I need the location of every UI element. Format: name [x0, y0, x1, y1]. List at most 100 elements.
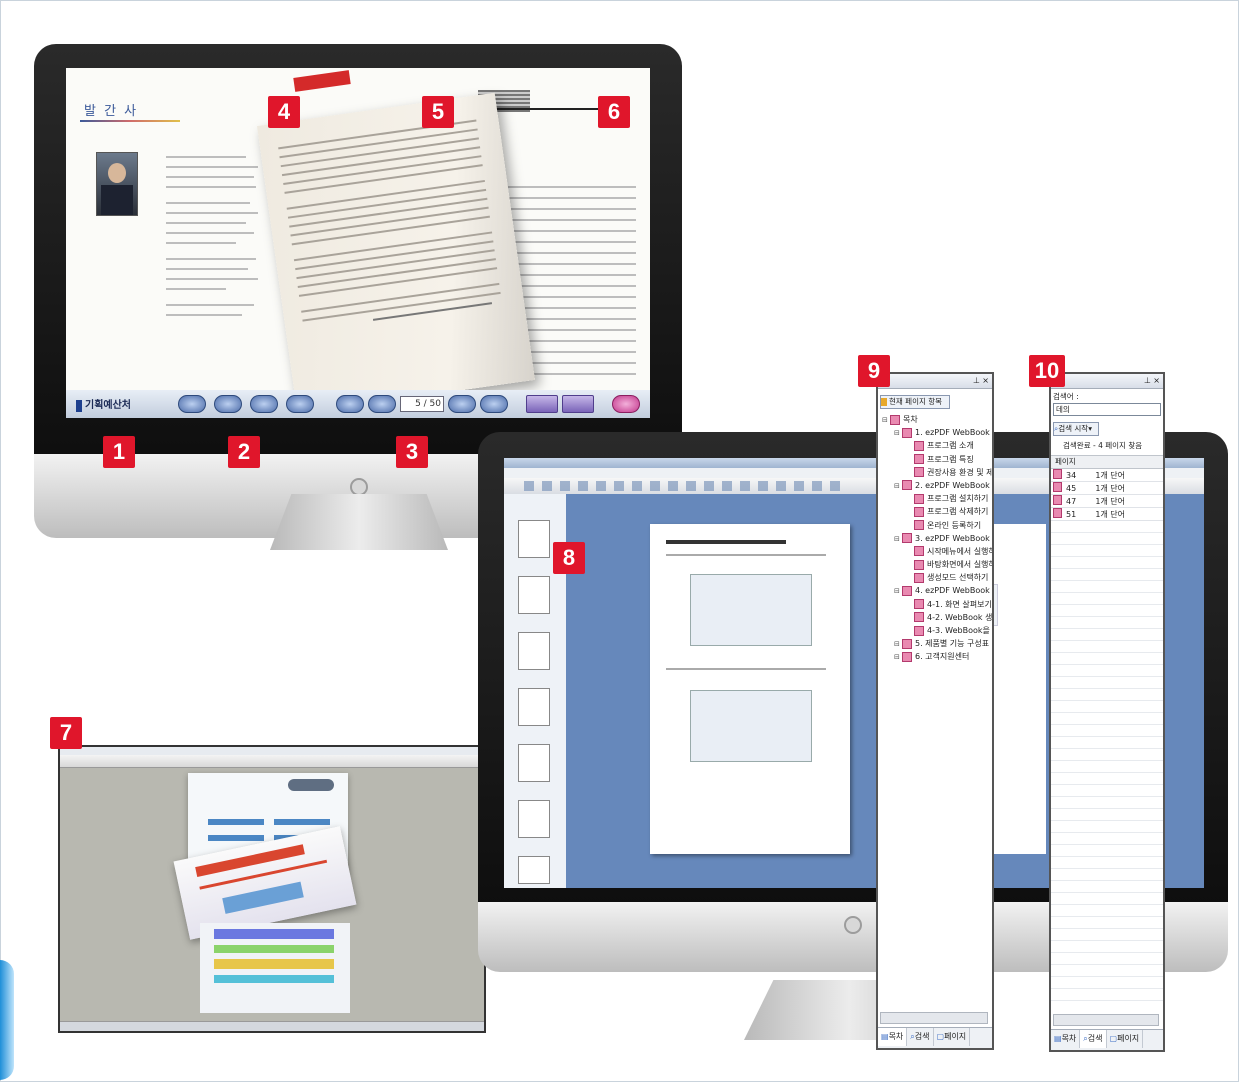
monitor-1-power-icon — [350, 478, 368, 496]
toc-item-label: 목차 — [903, 415, 918, 424]
toc-item-label: 프로그램 특징 — [927, 454, 974, 464]
results-column-header: 페이지 — [1051, 455, 1163, 469]
nav-button-2[interactable] — [214, 395, 242, 413]
page-thumbnail[interactable] — [518, 744, 550, 782]
pin-icon[interactable]: ⊥ — [1144, 376, 1151, 385]
callout-badge-2: 2 — [228, 436, 260, 468]
search-result-row[interactable]: 34 1개 단어 — [1051, 469, 1163, 482]
expand-icon[interactable]: ⊟ — [882, 414, 890, 427]
bookmark-icon — [914, 454, 924, 465]
toc-tree-item[interactable]: 프로그램 특징 — [878, 453, 992, 466]
expand-icon[interactable]: ⊟ — [894, 638, 902, 651]
toc-tree-item[interactable]: ⊟ 3. ezPDF WebBook Mak — [878, 532, 992, 545]
close-button[interactable] — [612, 395, 640, 413]
agency-logo: 기획예산처 — [76, 396, 131, 412]
toc-tree-item[interactable]: ⊟ 5. 제품별 기능 구성표 — [878, 637, 992, 650]
left-page-text — [166, 156, 266, 324]
prev-page-button[interactable] — [368, 395, 396, 413]
tab-search[interactable]: ⌕검색 — [907, 1028, 934, 1046]
bookmark-icon — [914, 546, 924, 557]
result-count: 1개 단어 — [1093, 469, 1163, 482]
callout-badge-7: 7 — [50, 717, 82, 749]
toc-tree-item[interactable]: ⊟ 1. ezPDF WebBook Mak — [878, 426, 992, 439]
toc-tree-item[interactable]: 4-3. WebBook을 웹서 — [878, 624, 992, 637]
toc-item-label: 프로그램 설치하기 — [927, 494, 989, 504]
toc-tree-item[interactable]: ⊟ 6. 고객지원센터 — [878, 650, 992, 663]
expand-icon[interactable]: ⊟ — [894, 585, 902, 598]
expand-icon[interactable]: ⊟ — [894, 651, 902, 664]
search-panel-header: ⊥ × — [1051, 374, 1163, 389]
page-thumbnail[interactable] — [518, 800, 550, 838]
bookmark-icon — [914, 572, 924, 583]
toc-tree-item[interactable]: ⊟ 4. ezPDF WebBook Mak — [878, 584, 992, 597]
toc-tree-item[interactable]: 바탕화면에서 실행하 — [878, 558, 992, 571]
toc-item-label: 6. 고객지원센터 — [915, 652, 970, 662]
tab-toc[interactable]: ▤목차 — [878, 1028, 908, 1046]
toc-tree-item[interactable]: ⊟ 목차 — [878, 413, 992, 426]
nav-button-3[interactable] — [250, 395, 278, 413]
toc-tree: ⊟목차⊟1. ezPDF WebBook Mak프로그램 소개프로그램 특징권장… — [878, 413, 992, 664]
page-thumbnail[interactable] — [518, 856, 550, 884]
page-thumbnail[interactable] — [518, 576, 550, 614]
toc-item-label: 4-1. 화면 살펴보기 — [927, 599, 992, 609]
current-page-items-button[interactable]: 현재 페이지 항목 — [880, 395, 950, 409]
heading-underline — [80, 120, 180, 122]
bookmark-icon — [902, 533, 912, 544]
search-horizontal-scrollbar[interactable] — [1053, 1014, 1159, 1026]
toc-tab-icon: ▤ — [1054, 1034, 1062, 1043]
next-page-button[interactable] — [448, 395, 476, 413]
document-page — [650, 524, 850, 854]
toc-tree-item[interactable]: 프로그램 삭제하기 — [878, 505, 992, 518]
toc-tree-item[interactable]: 권장사용 환경 및 제품 — [878, 466, 992, 479]
page-curl[interactable] — [256, 92, 536, 414]
tab-search[interactable]: ⌕검색 — [1080, 1030, 1107, 1048]
search-start-button[interactable]: ⌕검색 시작▾ — [1053, 422, 1099, 436]
page-thumbnail[interactable] — [518, 632, 550, 670]
expand-icon[interactable]: ⊟ — [894, 480, 902, 493]
toc-tree-item[interactable]: 생성모드 선택하기 — [878, 571, 992, 584]
shot7-statusbar — [60, 1021, 484, 1031]
toc-tree-item[interactable]: ⊟ 2. ezPDF WebBook Mak — [878, 479, 992, 492]
toc-panel-header: ⊥ × — [878, 374, 992, 389]
toc-tree-item[interactable]: 4-1. 화면 살펴보기 — [878, 598, 992, 611]
callout-badge-3: 3 — [396, 436, 428, 468]
tab-page[interactable]: ▢페이지 — [1107, 1030, 1144, 1048]
nav-button-4[interactable] — [286, 395, 314, 413]
tool-button-2[interactable] — [562, 395, 594, 413]
bookmark-icon — [902, 585, 912, 596]
tool-button-1[interactable] — [526, 395, 558, 413]
close-icon[interactable]: × — [1153, 376, 1160, 385]
search-label: 검색어 : — [1053, 392, 1079, 401]
page-thumbnail[interactable] — [518, 520, 550, 558]
page-tab-icon: ▢ — [1109, 1034, 1118, 1043]
nav-button-1[interactable] — [178, 395, 206, 413]
search-input[interactable]: 데의 — [1053, 403, 1161, 416]
tab-page[interactable]: ▢페이지 — [934, 1028, 971, 1046]
search-result-row[interactable]: 51 1개 단어 — [1051, 507, 1163, 521]
pin-icon[interactable]: ⊥ — [973, 376, 980, 385]
tab-toc[interactable]: ▤목차 — [1051, 1030, 1081, 1048]
toc-tree-item[interactable]: 온라인 등록하기 — [878, 519, 992, 532]
page-thumbnail[interactable] — [518, 688, 550, 726]
toc-tree-item[interactable]: 4-2. WebBook 생성하 — [878, 611, 992, 624]
toc-horizontal-scrollbar[interactable] — [880, 1012, 988, 1024]
expand-icon[interactable]: ⊟ — [894, 533, 902, 546]
page-heading: 발 간 사 — [84, 104, 139, 119]
search-result-row[interactable]: 47 1개 단어 — [1051, 494, 1163, 508]
toc-item-label: 5. 제품별 기능 구성표 — [915, 639, 990, 649]
page-counter-input[interactable]: 5 / 50 — [400, 396, 444, 412]
callout-badge-5: 5 — [422, 96, 454, 128]
toc-tree-item[interactable]: 시작메뉴에서 실행하 — [878, 545, 992, 558]
close-icon[interactable]: × — [982, 376, 989, 385]
toc-tabbar: ▤목차 ⌕검색 ▢페이지 — [878, 1027, 992, 1048]
result-page: 45 — [1064, 481, 1094, 495]
search-result-row[interactable]: 45 1개 단어 — [1051, 481, 1163, 495]
last-page-button[interactable] — [480, 395, 508, 413]
toc-tree-item[interactable]: 프로그램 설치하기 — [878, 492, 992, 505]
expand-icon[interactable]: ⊟ — [894, 427, 902, 440]
toc-item-label: 온라인 등록하기 — [927, 520, 982, 530]
first-page-button[interactable] — [336, 395, 364, 413]
toc-item-label: 바탕화면에서 실행하 — [927, 560, 994, 570]
toc-tree-item[interactable]: 프로그램 소개 — [878, 439, 992, 452]
toc-item-label: 4. ezPDF WebBook Mak — [915, 586, 992, 596]
